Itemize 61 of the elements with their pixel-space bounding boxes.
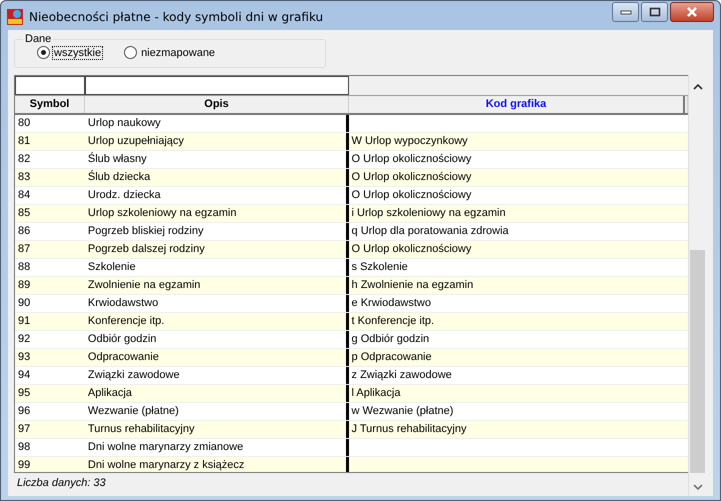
table-cell-text: W Urlop wypoczynkowy xyxy=(350,134,469,149)
radio-label[interactable]: wszystkie xyxy=(53,46,102,58)
table-cell-text: h Zwolnienie na egzamin xyxy=(350,278,474,293)
table-cell-text: 88 xyxy=(17,260,32,275)
table-cell-text: 98 xyxy=(17,440,32,455)
column-header[interactable]: Symbol xyxy=(15,96,85,113)
table-cell-text: O Urlop okolicznościowy xyxy=(350,152,472,167)
app-icon xyxy=(6,8,24,26)
table-cell-text: 86 xyxy=(17,224,32,239)
table-cell-text: 80 xyxy=(17,116,32,131)
table-cell-text: w Wezwanie (płatne) xyxy=(350,404,454,419)
scrollbar-thumb[interactable] xyxy=(690,250,705,473)
table-cell-text: 96 xyxy=(17,404,32,419)
minimize-icon xyxy=(620,9,632,15)
table-cell-text: 90 xyxy=(17,296,32,311)
filter-field[interactable] xyxy=(15,76,85,95)
table-cell-text: 99 xyxy=(17,458,32,472)
table-cell-text: i Urlop szkoleniowy na egzamin xyxy=(350,206,507,221)
table-cell-text: 94 xyxy=(17,368,32,383)
table-cell-text: 91 xyxy=(17,314,32,329)
table-cell-text: l Aplikacja xyxy=(350,386,402,401)
vertical-scrollbar[interactable] xyxy=(688,75,707,496)
table-cell-text: 81 xyxy=(17,134,32,149)
table-cell: Dni wolne marynarzy z książecz xyxy=(84,457,349,472)
table-cell-text: 84 xyxy=(17,188,32,203)
table-cell-text: z Związki zawodowe xyxy=(350,368,453,383)
radio-label[interactable]: niezmapowane xyxy=(140,46,216,58)
close-button[interactable] xyxy=(670,2,714,22)
maximize-button[interactable] xyxy=(641,2,668,22)
table-cell-text: 82 xyxy=(17,152,32,167)
table-cell-text: g Odbiór godzin xyxy=(350,332,430,347)
table-cell-text: 92 xyxy=(17,332,32,347)
table-cell-text: O Urlop okolicznościowy xyxy=(350,242,472,257)
table-cell-text: q Urlop dla poratowania zdrowia xyxy=(350,224,510,239)
column-header[interactable]: Kod grafika xyxy=(349,96,685,113)
column-header[interactable]: Opis xyxy=(85,96,349,113)
minimize-button[interactable] xyxy=(612,2,639,22)
scroll-up-icon[interactable] xyxy=(693,84,703,90)
window-title: Nieobecności płatne - kody symboli dni w grafiku xyxy=(29,10,324,24)
group-label: Dane xyxy=(24,34,52,45)
table-cell-text: t Konferencje itp. xyxy=(350,314,436,329)
table-cell-text: 89 xyxy=(17,278,32,293)
maximize-icon xyxy=(648,7,660,17)
table-cell-text: 97 xyxy=(17,422,32,437)
table-cell-text: J Turnus rehabilitacyjny xyxy=(350,422,468,437)
table-cell-text: 87 xyxy=(17,242,32,257)
table-cell-text: p Odpracowanie xyxy=(350,350,433,365)
record-count: Liczba danych: 33 xyxy=(16,476,107,491)
scroll-down-icon[interactable] xyxy=(693,484,703,490)
table-cell-text: 83 xyxy=(17,170,32,185)
close-icon xyxy=(685,7,699,17)
table-cell-text: 93 xyxy=(17,350,32,365)
table-cell-text: O Urlop okolicznościowy xyxy=(350,188,472,203)
radio-button[interactable] xyxy=(124,46,138,59)
table-cell-text: e Krwiodawstwo xyxy=(350,296,432,311)
table-cell-text: O Urlop okolicznościowy xyxy=(350,170,472,185)
filter-field[interactable] xyxy=(85,76,349,95)
table-cell-text: 95 xyxy=(17,386,32,401)
table-cell-text: 85 xyxy=(17,206,32,221)
table-cell-text: s Szkolenie xyxy=(350,260,409,275)
radio-button[interactable] xyxy=(37,46,50,59)
